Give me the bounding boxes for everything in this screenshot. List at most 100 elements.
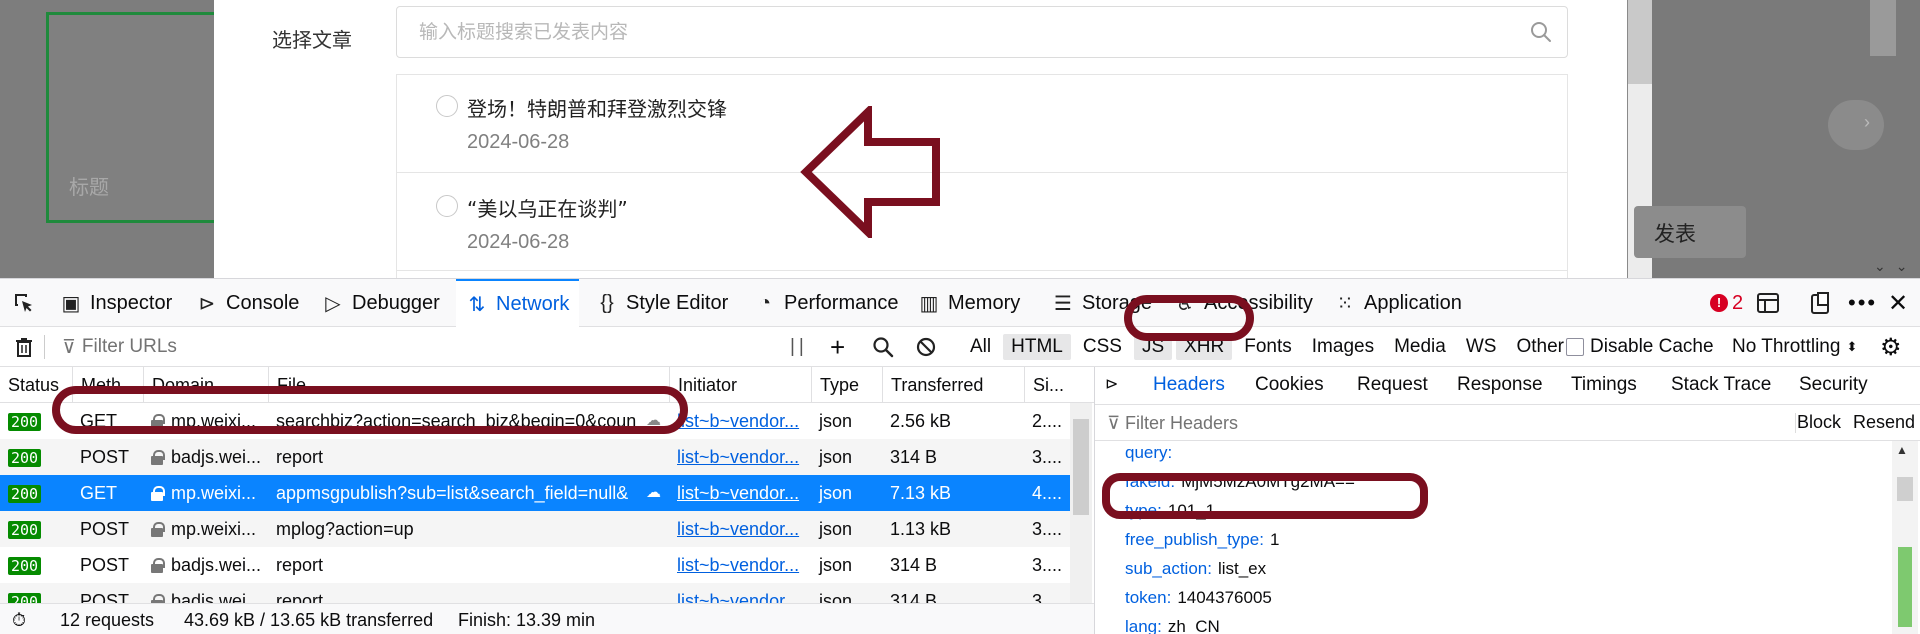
type-filter-ws[interactable]: WS: [1458, 334, 1505, 360]
query-param-row[interactable]: fakeid: MjM5MzA0MTg2MA==: [1125, 472, 1355, 492]
column-transferred[interactable]: Transferred: [882, 367, 983, 403]
type-filter-fonts[interactable]: Fonts: [1236, 334, 1300, 360]
initiator-link[interactable]: list~b~vendor...: [677, 519, 799, 539]
details-tab-stack-trace[interactable]: Stack Trace: [1671, 367, 1771, 405]
element-picker-icon[interactable]: [12, 279, 36, 327]
page-scrollbar-thumb[interactable]: [1870, 0, 1896, 56]
initiator-link[interactable]: list~b~vendor...: [677, 483, 799, 503]
publish-button[interactable]: 发表: [1634, 206, 1746, 258]
scroll-up-icon[interactable]: ▲: [1896, 443, 1908, 457]
type-filter-css[interactable]: CSS: [1075, 334, 1130, 360]
type-filter-media[interactable]: Media: [1386, 334, 1454, 360]
cell-initiator[interactable]: list~b~vendor...: [669, 439, 811, 475]
query-param-row[interactable]: query:: [1125, 443, 1178, 463]
table-row[interactable]: 200 POST badjs.wei... report list~b~vendor..…: [0, 439, 1074, 475]
cell-method: GET: [80, 411, 118, 431]
table-row[interactable]: 200 POST mp.weixi... mplog?action=up list~b~…: [0, 511, 1074, 547]
details-tab-timings[interactable]: Timings: [1571, 367, 1637, 405]
block-requests-icon[interactable]: [916, 327, 936, 367]
block-button[interactable]: Block: [1797, 412, 1841, 433]
column-domain[interactable]: Domain: [143, 367, 214, 403]
cell-initiator[interactable]: list~b~vendor...: [669, 547, 811, 583]
query-param-row[interactable]: lang: zh_CN: [1125, 617, 1220, 634]
initiator-link[interactable]: list~b~vendor...: [677, 591, 799, 603]
details-tab-headers[interactable]: Headers: [1153, 367, 1225, 405]
query-param-row[interactable]: token: 1404376005: [1125, 588, 1272, 608]
article-item[interactable]: “美以乌正在谈判” 2024-06-28: [397, 173, 1567, 271]
article-radio[interactable]: [436, 95, 458, 117]
pause-icon[interactable]: ||: [790, 327, 808, 367]
type-filter-images[interactable]: Images: [1304, 334, 1382, 360]
cell-initiator[interactable]: list~b~vendor...: [669, 511, 811, 547]
tab-accessibility[interactable]: ♿ Accessibility: [1174, 279, 1313, 327]
initiator-link[interactable]: list~b~vendor...: [677, 411, 799, 431]
type-filter-all[interactable]: All: [962, 334, 999, 360]
details-scrollbar-thumb[interactable]: [1897, 477, 1913, 501]
column-initiator[interactable]: Initiator: [669, 367, 737, 403]
details-tab-security[interactable]: Security: [1799, 367, 1868, 405]
dock-side-icon[interactable]: [1808, 279, 1832, 327]
column-status[interactable]: Status: [0, 367, 59, 403]
article-search-box[interactable]: [396, 6, 1568, 58]
filter-headers-field[interactable]: ⊽ Filter Headers Block Resend: [1095, 405, 1920, 441]
column-type[interactable]: Type: [811, 367, 859, 403]
tab-storage[interactable]: ☰ Storage: [1052, 279, 1152, 327]
article-search-input[interactable]: [397, 7, 1497, 57]
clear-requests-icon[interactable]: [14, 327, 34, 367]
type-filter-xhr[interactable]: XHR: [1176, 334, 1233, 360]
tab-inspector[interactable]: ▣ Inspector: [60, 279, 173, 327]
add-request-icon[interactable]: +: [830, 327, 845, 367]
tab-console[interactable]: ⊳ Console: [196, 279, 300, 327]
table-row[interactable]: 200 POST badjs.wei... report list~b~vendor..…: [0, 547, 1074, 583]
tab-performance[interactable]: ◔ Performance: [754, 279, 899, 327]
tracker-icon: ☁: [646, 412, 661, 429]
cell-initiator[interactable]: list~b~vendor...: [669, 403, 811, 439]
query-param-row[interactable]: free_publish_type: 1: [1125, 530, 1279, 550]
cell-initiator[interactable]: list~b~vendor...: [669, 475, 811, 511]
type-filter-html[interactable]: HTML: [1003, 334, 1071, 360]
cell-initiator[interactable]: list~b~vendor...: [669, 583, 811, 603]
settings-gear-icon[interactable]: ⚙: [1880, 327, 1902, 367]
query-param-row[interactable]: type: 101_1: [1125, 501, 1215, 521]
table-row[interactable]: 200 GET mp.weixi... appmsgpublish?sub=list&…: [0, 475, 1074, 511]
tab-style-editor[interactable]: {} Style Editor: [596, 279, 728, 327]
tab-memory[interactable]: ▥ Memory: [918, 279, 1021, 327]
query-param-row[interactable]: sub_action: list_ex: [1125, 559, 1266, 579]
details-tab-request[interactable]: Request: [1357, 367, 1428, 405]
toggle-split-console-icon[interactable]: [1756, 279, 1780, 327]
column-method[interactable]: Meth...: [72, 367, 136, 403]
search-icon[interactable]: [872, 327, 894, 367]
error-count-badge[interactable]: ! 2: [1710, 279, 1743, 327]
toggle-sidebar-icon[interactable]: ⊳: [1105, 377, 1118, 393]
tab-network[interactable]: ⇅ Network: [456, 279, 580, 327]
column-file[interactable]: File: [268, 367, 306, 403]
side-nav-button[interactable]: ›: [1828, 100, 1884, 150]
close-devtools-icon[interactable]: ✕: [1888, 279, 1908, 327]
table-row[interactable]: 200 GET mp.weixi... searchbiz?action=search…: [0, 403, 1074, 439]
table-row[interactable]: 200 POST badjs.wei... report list~b~vendor..…: [0, 583, 1074, 603]
details-tab-response[interactable]: Response: [1457, 367, 1543, 405]
type-filter-other[interactable]: Other: [1508, 334, 1572, 360]
details-tab-cookies[interactable]: Cookies: [1255, 367, 1324, 405]
throttling-select[interactable]: No Throttling ⬍: [1732, 327, 1857, 367]
more-options-icon[interactable]: •••: [1848, 279, 1877, 327]
scroll-arrows-icon[interactable]: ⌄⌄: [1874, 258, 1917, 275]
checkbox-box[interactable]: [1566, 338, 1584, 356]
article-item[interactable]: 登场！特朗普和拜登激烈交锋 2024-06-28: [397, 75, 1567, 173]
request-table-scrollbar-thumb[interactable]: [1073, 419, 1089, 515]
dialog-scrollbar-thumb[interactable]: [1628, 0, 1652, 84]
resend-button[interactable]: Resend: [1853, 412, 1915, 433]
initiator-link[interactable]: list~b~vendor...: [677, 555, 799, 575]
tab-debugger[interactable]: ▷ Debugger: [322, 279, 440, 327]
disable-cache-checkbox[interactable]: Disable Cache: [1566, 327, 1714, 367]
tab-application[interactable]: ⁙ Application: [1334, 279, 1462, 327]
article-radio[interactable]: [436, 195, 458, 217]
filter-urls-field[interactable]: ⊽ Filter URLs: [62, 327, 177, 367]
cover-card[interactable]: 标题: [46, 12, 236, 223]
article-item[interactable]: [397, 271, 1567, 278]
column-size[interactable]: Si...: [1024, 367, 1064, 403]
cell-transferred: 7.13 kB: [890, 483, 952, 503]
initiator-link[interactable]: list~b~vendor...: [677, 447, 799, 467]
type-filter-js[interactable]: JS: [1133, 334, 1173, 360]
search-icon[interactable]: [1529, 20, 1553, 44]
